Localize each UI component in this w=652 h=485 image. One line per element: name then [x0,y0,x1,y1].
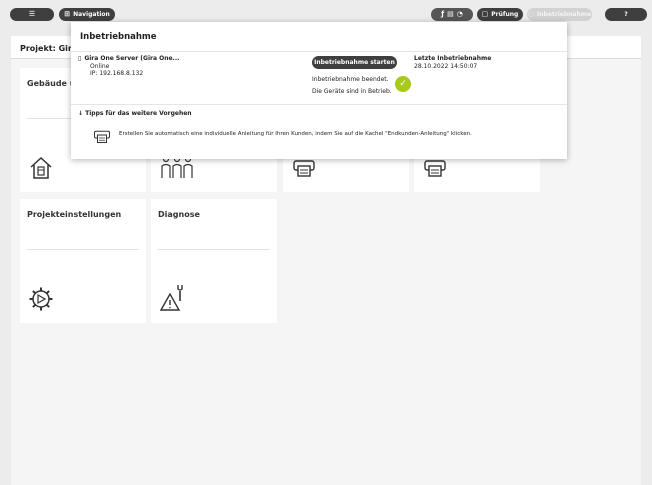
tip-text: Erstellen Sie automatisch eine individue… [119,131,472,137]
printer-icon [93,130,111,144]
inbetriebnahme-popup: Inbetriebnahme ▯ Gira One Server (Gira On… [71,22,567,159]
status-line-1: Inbetriebnahme beendet. [312,76,389,83]
last-commissioning-label: Letzte Inbetriebnahme [414,55,492,62]
user-icon[interactable]: ◔ [457,11,463,18]
pruefung-button[interactable]: ▢ Prüfung [477,8,523,21]
popup-divider [71,51,567,52]
server-icon: ▯ [78,55,82,62]
tile-divider [158,249,270,250]
gear-icon [29,287,53,311]
server-name: ▯ Gira One Server (Gira One... [78,55,180,62]
navigation-label: Navigation [73,11,110,18]
server-ip: IP: 192.168.8.132 [90,70,144,77]
last-commissioning: Letzte Inbetriebnahme 28.10.2022 14:50:0… [414,55,491,70]
arrow-down-icon: ↓ [78,110,84,117]
status-line-2: Die Geräte sind in Betrieb. [312,88,392,95]
check-icon: ✓ [395,76,411,92]
server-status: Online [90,62,110,70]
tips-header[interactable]: ↓ Tipps für das weitere Vorgehen [78,110,192,117]
inbetriebnahme-label: Inbetriebnahme [537,11,592,18]
help-button[interactable]: ? [605,8,647,21]
power-icon: ◌ [527,10,535,18]
book-icon: ▢ [481,10,489,18]
menu-button[interactable]: ☰ [10,8,54,21]
start-inbetriebnahme-button[interactable]: Inbetriebnahme starten [312,56,397,69]
commissioning-status: Inbetriebnahme beendet. Die Geräte sind … [312,74,392,98]
tile-title: Projekteinstellungen [27,210,122,219]
tile-divider [27,249,139,250]
tile-title: Diagnose [158,210,200,219]
tile-projekteinstellungen[interactable]: Projekteinstellungen [20,199,146,323]
house-icon [30,156,52,179]
last-commissioning-value: 28.10.2022 14:50:07 [414,62,478,70]
pruefung-label: Prüfung [491,11,519,18]
tool-group: ƒ ▤ ◔ [431,8,473,21]
popup-title: Inbetriebnahme [80,32,157,42]
help-label: ? [624,11,628,18]
document-icon[interactable]: ▤ [447,11,454,18]
tile-diagnose[interactable]: Diagnose [151,199,277,323]
warning-wrench-icon [159,285,183,311]
tile-title: Gebäude u [27,79,76,88]
inbetriebnahme-button[interactable]: ◌ Inbetriebnahme [527,8,592,21]
popup-divider [71,104,567,105]
navigation-button[interactable]: ⊞ Navigation [59,8,115,21]
list-icon: ☰ [28,10,36,18]
server-info: ▯ Gira One Server (Gira One... Online IP:… [78,55,179,78]
flash-icon[interactable]: ƒ [441,11,444,18]
grid-icon: ⊞ [64,10,71,18]
